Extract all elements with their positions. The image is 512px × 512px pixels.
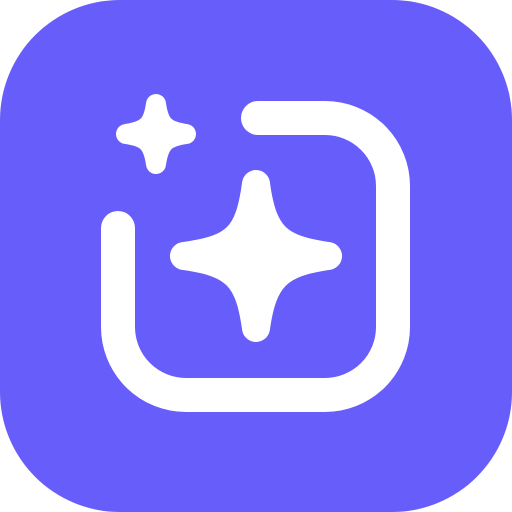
app-icon[interactable] — [0, 0, 512, 512]
sparkle-frame-icon — [0, 0, 512, 512]
